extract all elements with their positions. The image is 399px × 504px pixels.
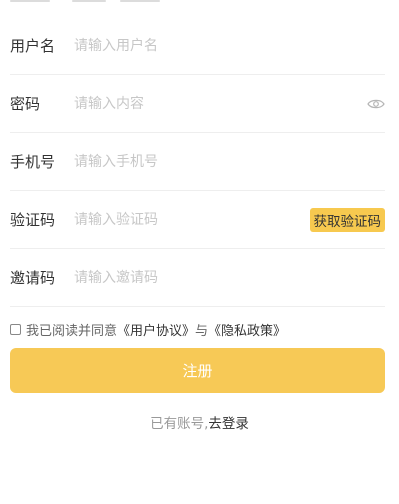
username-input[interactable] [74,30,385,61]
username-row: 用户名 [10,17,385,75]
agreement-and: 与 [195,324,209,339]
agreement-row: 我已阅读并同意 《用户协议》 与 《隐私政策》 [10,320,286,339]
login-tip: 已有账号,去登录 [0,412,399,432]
login-tip-prefix: 已有账号, [150,416,209,432]
code-row: 验证码 获取验证码 [10,191,385,249]
password-row: 密码 [10,75,385,133]
username-label: 用户名 [10,37,56,55]
register-page: 用户名 密码 手机号 验证码 获取验证码 邀请码 我已阅读并同意 [0,0,399,504]
invite-input[interactable] [74,262,385,293]
invite-row: 邀请码 [10,249,385,307]
privacy-policy-link[interactable]: 《隐私政策》 [208,320,286,339]
password-label: 密码 [10,95,41,113]
phone-label: 手机号 [10,153,56,171]
go-login-link[interactable]: 去登录 [208,416,249,432]
agreement-checkbox[interactable] [10,324,21,335]
code-label: 验证码 [10,211,56,229]
get-code-button[interactable]: 获取验证码 [309,207,385,232]
register-button[interactable]: 注册 [10,348,385,393]
top-tab-remnants [10,0,170,4]
agreement-prefix: 我已阅读并同意 [26,324,118,339]
eye-icon[interactable] [367,98,385,110]
register-form: 用户名 密码 手机号 验证码 获取验证码 邀请码 [10,17,385,307]
invite-label: 邀请码 [10,269,56,287]
phone-input[interactable] [74,146,385,177]
password-input[interactable] [74,88,385,119]
phone-row: 手机号 [10,133,385,191]
user-agreement-link[interactable]: 《用户协议》 [117,320,195,339]
